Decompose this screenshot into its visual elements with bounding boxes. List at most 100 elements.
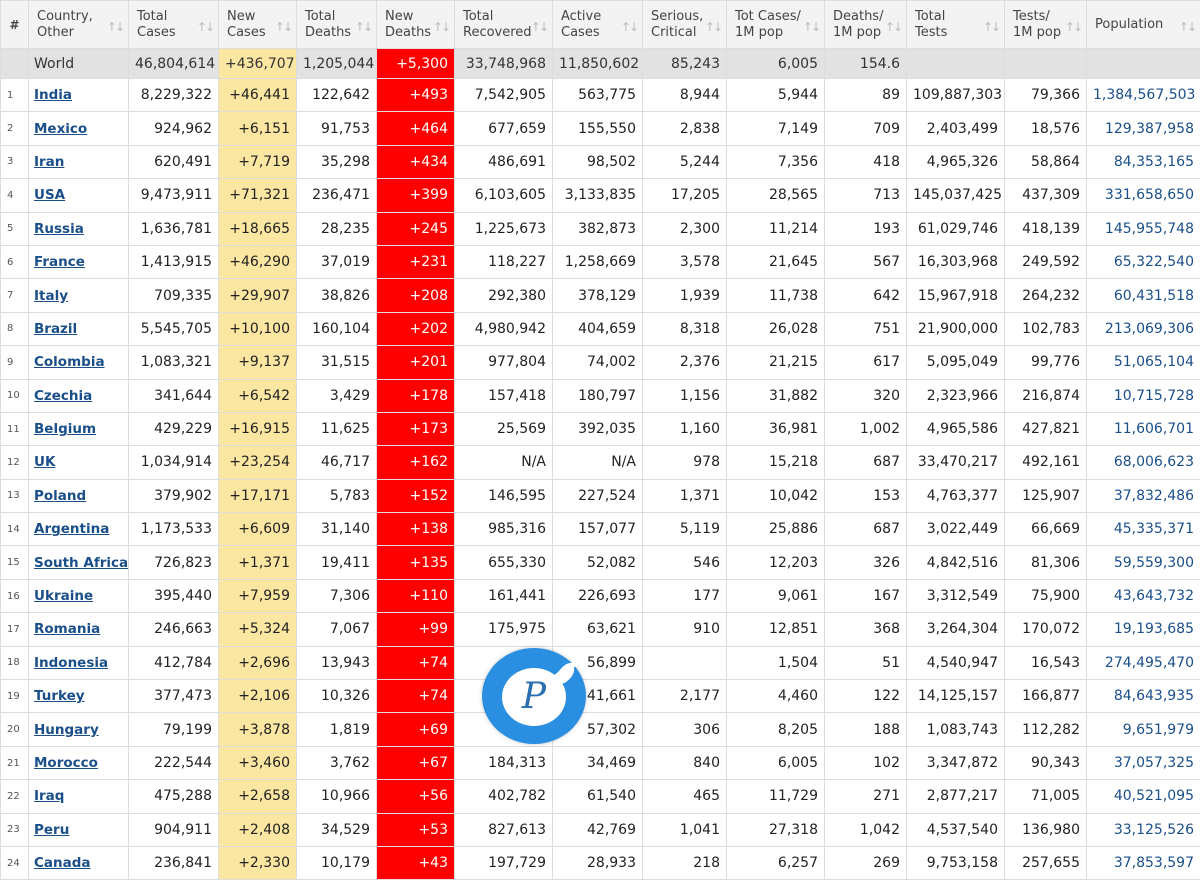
total-cases-cell: 1,413,915 (128, 244, 219, 280)
sort-arrows-icon[interactable]: ↑↓ (803, 19, 821, 35)
country-link[interactable]: Russia (34, 221, 84, 237)
deaths-per-million-cell: 567 (824, 244, 907, 280)
country-link[interactable]: Brazil (34, 321, 77, 337)
table-row: 1 India 8,229,322 +46,441 122,642 +493 7,542,9… (0, 77, 1200, 113)
tot-cases-per-million-header[interactable]: Tot Cases/1M pop ↑↓ (726, 0, 825, 49)
total-tests-header[interactable]: Total Tests ↑↓ (906, 0, 1005, 49)
total-recovered-cell: 1,225,673 (454, 211, 553, 246)
country-link[interactable]: Italy (34, 288, 68, 304)
sort-arrows-icon[interactable]: ↑↓ (531, 19, 549, 35)
total-deaths-header[interactable]: Total Deaths ↑↓ (296, 0, 377, 49)
tests-per-million-header[interactable]: Tests/1M pop ↑↓ (1004, 0, 1087, 49)
country-link[interactable]: Poland (34, 488, 86, 504)
country-link[interactable]: USA (34, 187, 65, 203)
total-recovered-cell: N/A (454, 445, 553, 480)
sort-arrows-icon[interactable]: ↑↓ (275, 19, 293, 35)
total-tests-cell: 16,303,968 (906, 244, 1005, 280)
deaths-per-million-cell: 713 (824, 178, 907, 213)
active-cases-cell: 227,524 (552, 478, 643, 514)
rank-cell: 23 (0, 812, 29, 847)
tests-per-million-cell (1004, 48, 1087, 79)
sort-arrows-icon[interactable]: ↑↓ (705, 19, 723, 35)
total-cases-cell: 222,544 (128, 745, 219, 781)
country-link[interactable]: Colombia (34, 354, 105, 370)
serious-critical-cell: 17,205 (642, 178, 727, 213)
new-cases-cell: +3,878 (218, 712, 297, 747)
new-deaths-header[interactable]: New Deaths ↑↓ (376, 0, 455, 49)
total-recovered-cell: 157,418 (454, 378, 553, 413)
active-cases-cell: 52,082 (552, 545, 643, 580)
world-total-row: World 46,804,614 +436,707 1,205,044 +5,300 33… (0, 48, 1200, 79)
serious-critical-cell: 2,177 (642, 679, 727, 714)
population-cell: 45,335,371 (1086, 512, 1200, 547)
tests-per-million-cell: 66,669 (1004, 512, 1087, 547)
deaths-per-million-cell: 51 (824, 645, 907, 681)
rank-cell: 13 (0, 478, 29, 514)
total-cases-header[interactable]: Total Cases ↑↓ (128, 0, 219, 49)
country-cell: UK (28, 445, 129, 480)
country-link[interactable]: UK (34, 454, 55, 470)
country-link[interactable]: Peru (34, 822, 69, 838)
country-header[interactable]: Country, Other ↑↓ (28, 0, 129, 49)
total-deaths-cell: 122,642 (296, 77, 377, 113)
total-tests-cell: 1,083,743 (906, 712, 1005, 747)
country-link[interactable]: Iraq (34, 788, 64, 804)
country-link[interactable]: Turkey (34, 688, 85, 704)
total-deaths-cell: 10,179 (296, 845, 377, 881)
country-link[interactable]: Iran (34, 154, 64, 170)
sort-arrows-icon[interactable]: ↑↓ (621, 19, 639, 35)
country-link[interactable]: Belgium (34, 421, 96, 437)
active-cases-header[interactable]: Active Cases ↑↓ (552, 0, 643, 49)
country-link[interactable]: Czechia (34, 388, 92, 404)
new-deaths-cell: +43 (376, 845, 455, 881)
sort-arrows-icon[interactable]: ↑↓ (1179, 19, 1197, 35)
total-recovered-cell: 175,975 (454, 612, 553, 647)
sort-arrows-icon[interactable]: ↑↓ (983, 19, 1001, 35)
watermark-letter: P (502, 668, 566, 726)
deaths-per-million-cell: 751 (824, 311, 907, 347)
total-tests-cell: 4,537,540 (906, 812, 1005, 847)
total-deaths-cell: 19,411 (296, 545, 377, 580)
header-label-line1: New (227, 8, 256, 24)
total-recovered-header[interactable]: Total Recovered ↑↓ (454, 0, 553, 49)
country-cell: Poland (28, 478, 129, 514)
deaths-per-million-header[interactable]: Deaths/1M pop ↑↓ (824, 0, 907, 49)
country-link[interactable]: Mexico (34, 121, 87, 137)
country-link[interactable]: Hungary (34, 722, 99, 738)
new-cases-header[interactable]: New Cases ↑↓ (218, 0, 297, 49)
population-cell: 9,651,979 (1086, 712, 1200, 747)
sort-arrows-icon[interactable]: ↑↓ (433, 19, 451, 35)
active-cases-cell: 382,873 (552, 211, 643, 246)
total-cases-cell: 709,335 (128, 278, 219, 313)
country-link[interactable]: Indonesia (34, 655, 108, 671)
header-label-line1: Tests/ (1013, 8, 1050, 24)
serious-critical-cell: 5,244 (642, 144, 727, 180)
country-link[interactable]: France (34, 254, 85, 270)
total-deaths-cell: 10,966 (296, 779, 377, 814)
country-link[interactable]: Morocco (34, 755, 98, 771)
table-row: 23 Peru 904,911 +2,408 34,529 +53 827,613 42,76… (0, 812, 1200, 847)
serious-critical-cell: 8,318 (642, 311, 727, 347)
sort-arrows-icon[interactable]: ↑↓ (355, 19, 373, 35)
country-link[interactable]: Argentina (34, 521, 109, 537)
serious-critical-header[interactable]: Serious, Critical ↑↓ (642, 0, 727, 49)
country-cell: Brazil (28, 311, 129, 347)
table-row: 20 Hungary 79,199 +3,878 1,819 +69 57,302 306 8,… (0, 712, 1200, 747)
tot-cases-per-million-cell: 9,061 (726, 578, 825, 614)
population-header[interactable]: Population ↑↓ (1086, 0, 1200, 49)
country-link[interactable]: Ukraine (34, 588, 93, 604)
country-link[interactable]: Romania (34, 621, 100, 637)
sort-arrows-icon[interactable]: ↑↓ (885, 19, 903, 35)
country-link[interactable]: Canada (34, 855, 91, 871)
table-header: # Country, Other ↑↓ Total Cases ↑↓ New Cases ↑↓ To… (0, 0, 1200, 49)
country-link[interactable]: South Africa (34, 555, 128, 571)
table-row: 10 Czechia 341,644 +6,542 3,429 +178 157,418 18… (0, 378, 1200, 413)
sort-arrows-icon[interactable]: ↑↓ (107, 19, 125, 35)
sort-arrows-icon[interactable]: ↑↓ (197, 19, 215, 35)
sort-arrows-icon[interactable]: ↑↓ (1065, 19, 1083, 35)
country-link[interactable]: India (34, 87, 72, 103)
country-cell: Belgium (28, 411, 129, 447)
country-cell: India (28, 77, 129, 113)
serious-critical-cell: 5,119 (642, 512, 727, 547)
tot-cases-per-million-cell: 25,886 (726, 512, 825, 547)
